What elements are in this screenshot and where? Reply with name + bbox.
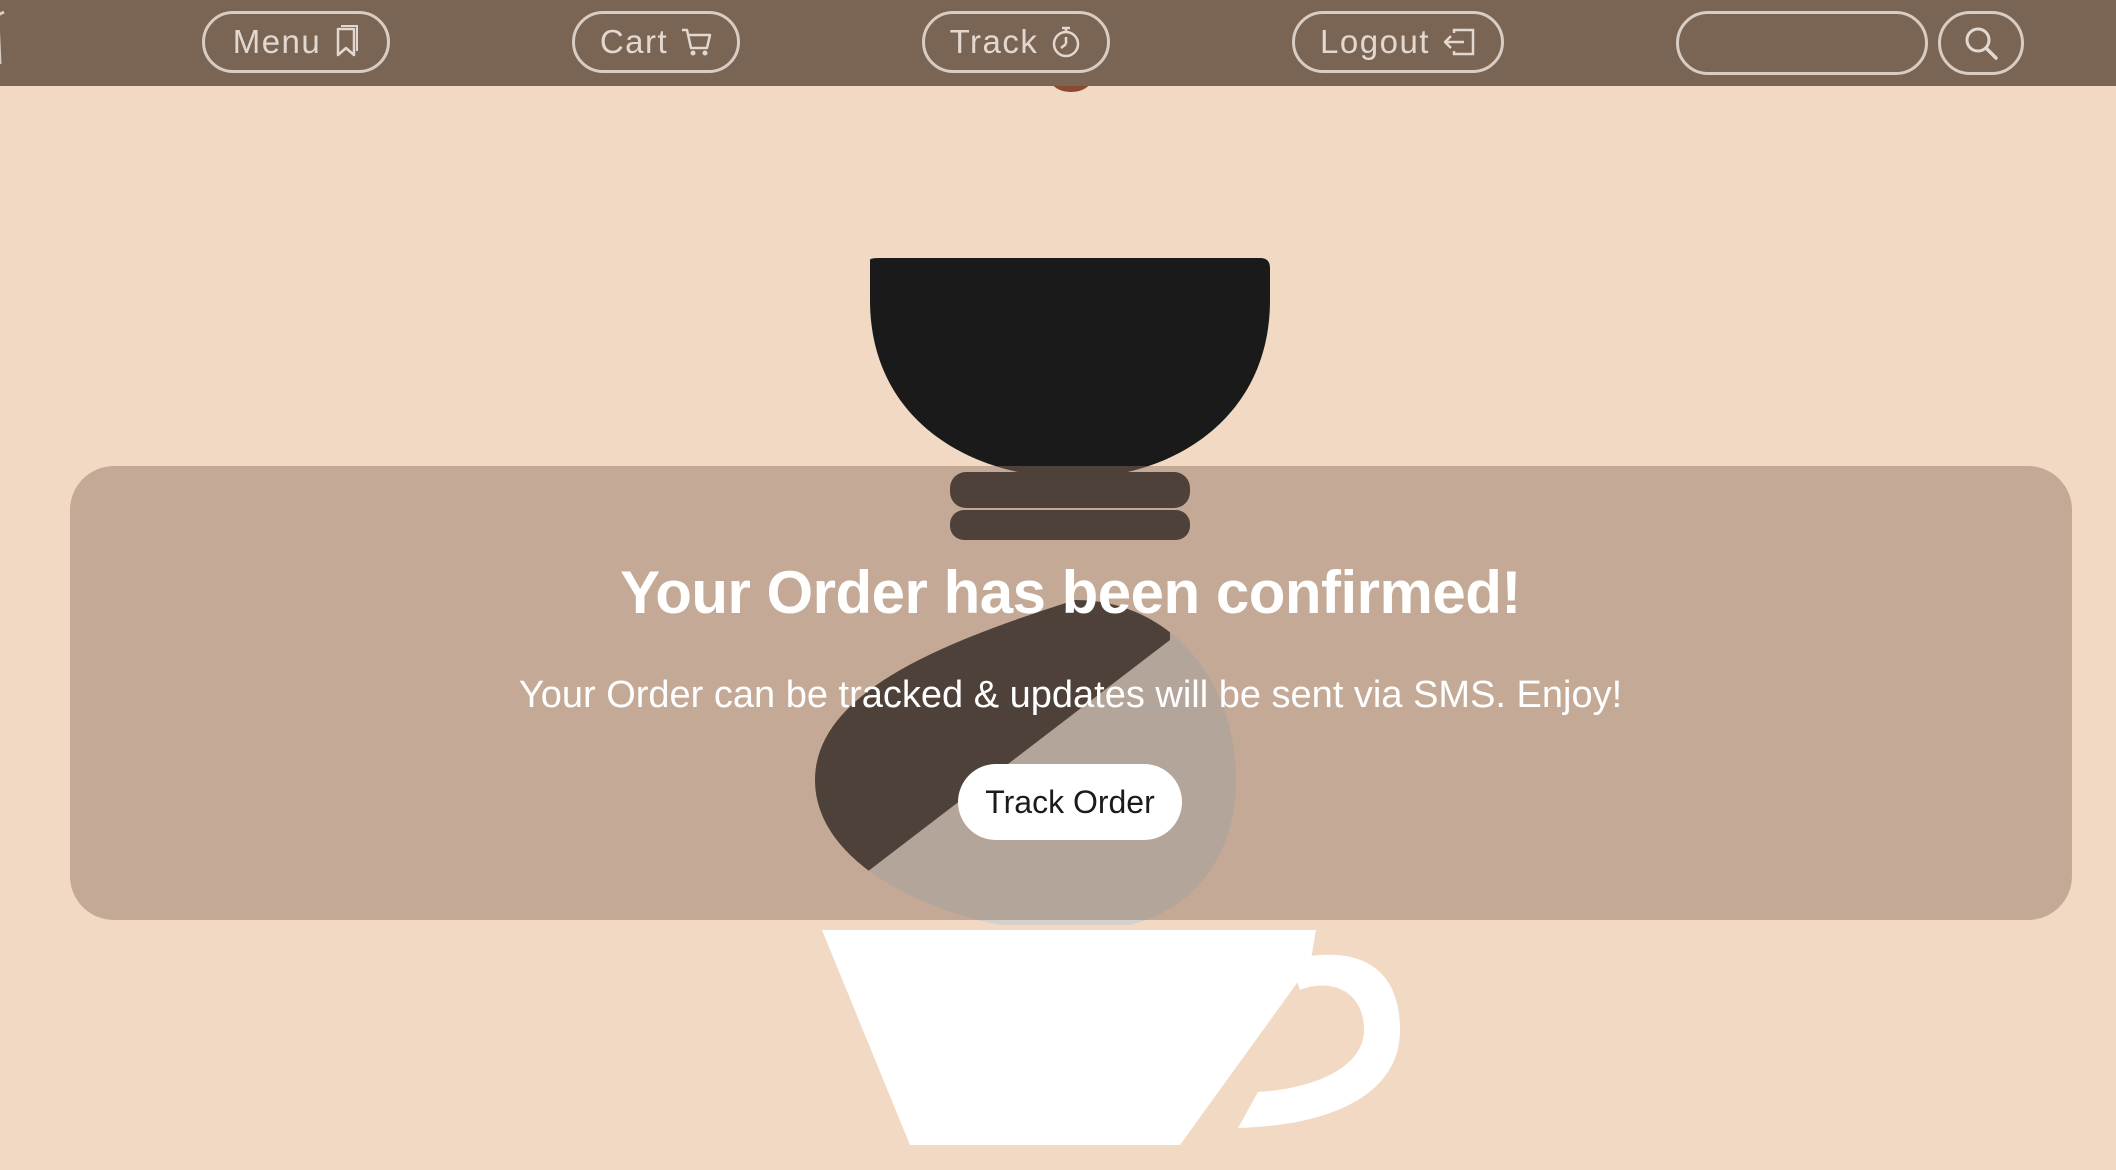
cart-button[interactable]: Cart: [572, 11, 740, 73]
logout-icon: [1443, 28, 1475, 56]
search-button[interactable]: [1938, 11, 2024, 75]
logout-button[interactable]: Logout: [1292, 11, 1504, 73]
confirmation-message: Your Order can be tracked & updates will…: [518, 674, 1623, 716]
confirmation-title: Your Order has been confirmed!: [620, 559, 1521, 626]
track-button[interactable]: Track: [922, 11, 1110, 73]
search-input[interactable]: [1676, 11, 1928, 75]
stopwatch-icon: [1053, 26, 1080, 58]
track-order-label: Track Order: [985, 783, 1155, 820]
menu-button[interactable]: Menu: [202, 11, 390, 73]
top-navbar: Menu Cart Track Logout: [0, 0, 2116, 86]
cart-icon: [682, 28, 712, 56]
order-confirmation-page: Menu Cart Track Logout Your Order has be…: [0, 0, 2116, 1170]
brewer-bowl-shape: [870, 258, 1270, 478]
search-icon: [1965, 27, 1998, 60]
coffee-cup-shape: [822, 930, 1316, 1145]
cart-label: Cart: [599, 23, 669, 60]
track-order-button[interactable]: Track Order: [958, 764, 1182, 840]
track-label: Track: [949, 23, 1039, 60]
bookmark-icon: [337, 25, 359, 57]
logo-icon[interactable]: [0, 10, 14, 66]
logout-label: Logout: [1320, 23, 1430, 60]
menu-label: Menu: [232, 23, 322, 60]
